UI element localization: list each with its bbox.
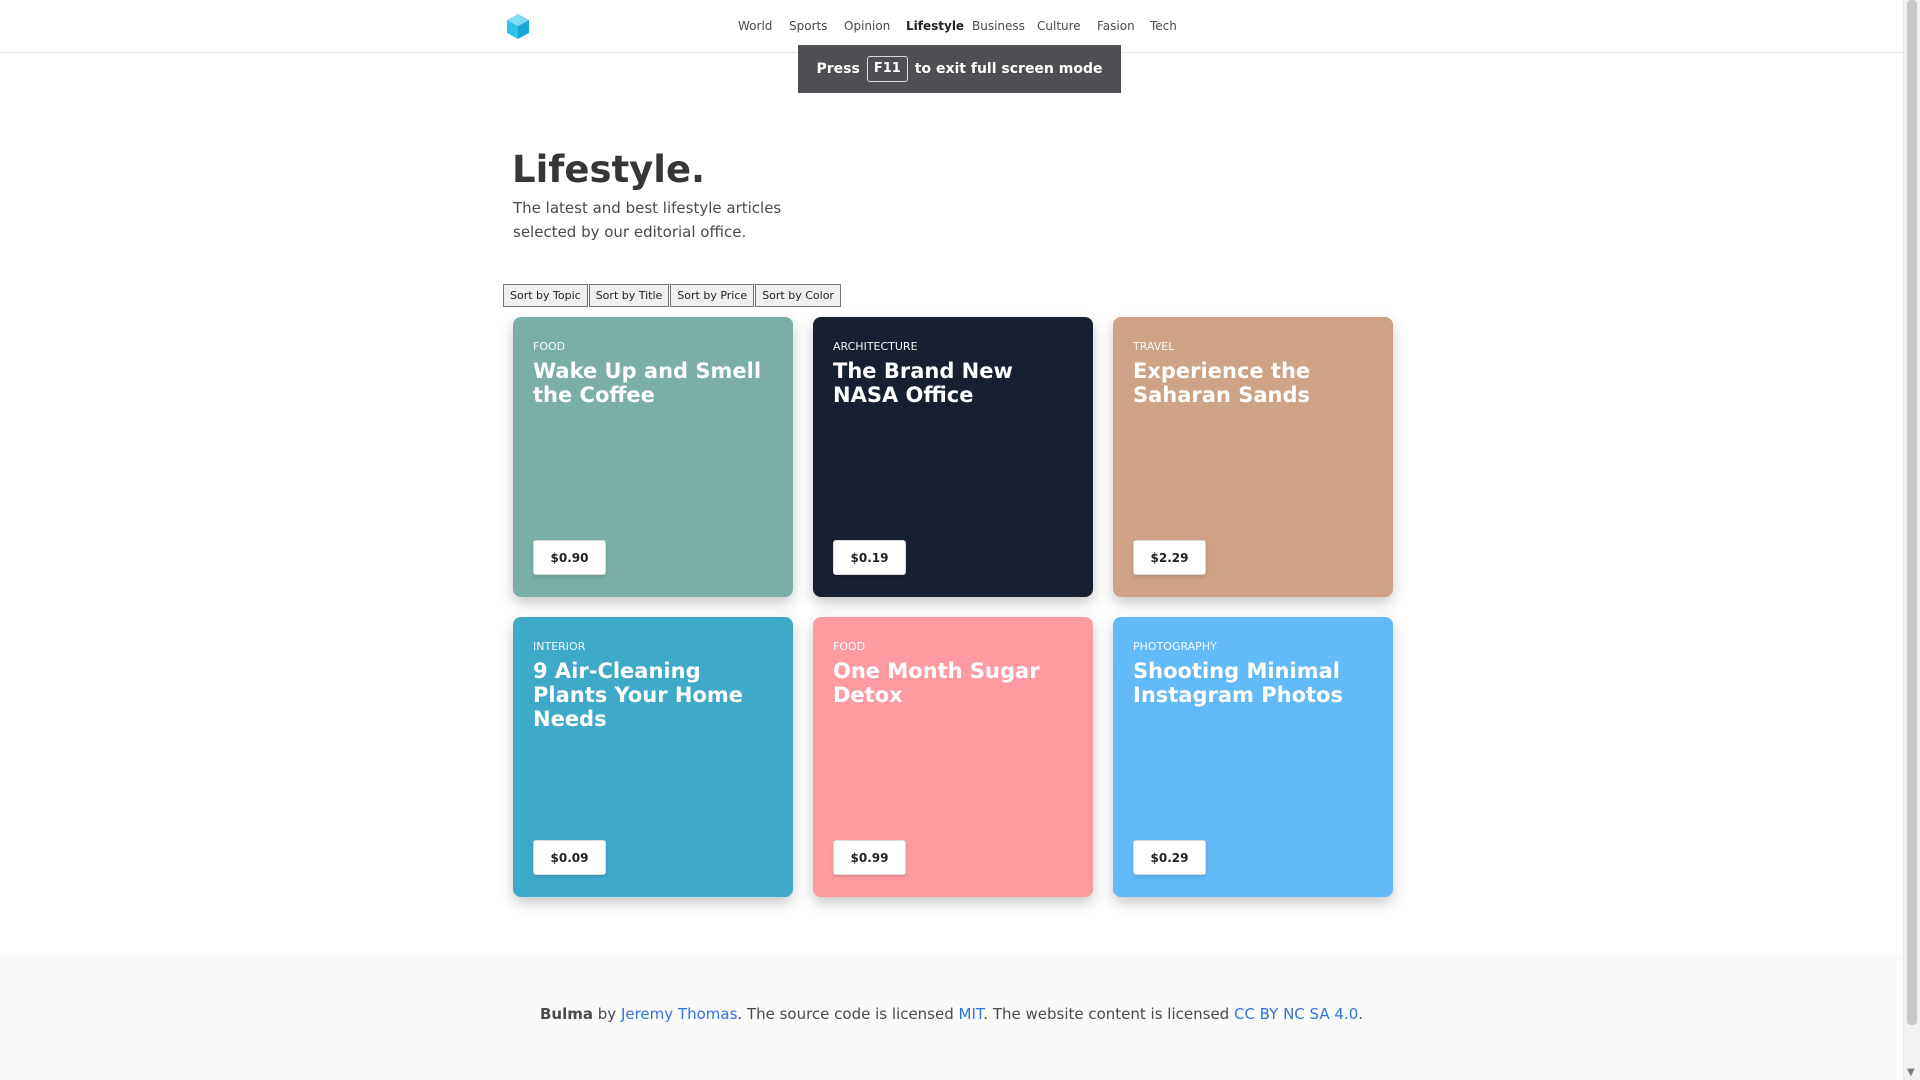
nav-link-fasion[interactable]: Fasion bbox=[1097, 19, 1135, 33]
card-price-button[interactable]: $0.09 bbox=[533, 840, 606, 875]
card-title[interactable]: Shooting Minimal Instagram Photos bbox=[1133, 659, 1373, 707]
card-title[interactable]: Wake Up and Smell the Coffee bbox=[533, 359, 773, 407]
toast-press-text: Press bbox=[816, 61, 860, 77]
card-price-button[interactable]: $2.29 bbox=[1133, 540, 1206, 575]
article-card[interactable]: Food Wake Up and Smell the Coffee $0.90 bbox=[513, 317, 793, 597]
card-topic: Architecture bbox=[833, 340, 918, 353]
article-card[interactable]: Architecture The Brand New NASA Office $… bbox=[813, 317, 1093, 597]
footer-author-link[interactable]: Jeremy Thomas bbox=[621, 1005, 737, 1023]
nav-link-business[interactable]: Business bbox=[972, 19, 1025, 33]
card-title[interactable]: The Brand New NASA Office bbox=[833, 359, 1073, 407]
toast-message: to exit full screen mode bbox=[914, 61, 1103, 77]
card-title[interactable]: One Month Sugar Detox bbox=[833, 659, 1073, 707]
sort-by-title-button[interactable]: Sort by Title bbox=[588, 284, 670, 307]
vertical-scrollbar[interactable]: ▼ bbox=[1903, 0, 1920, 1080]
card-price-button[interactable]: $0.29 bbox=[1133, 840, 1206, 875]
card-price-button[interactable]: $0.90 bbox=[533, 540, 606, 575]
nav-link-world[interactable]: World bbox=[738, 19, 772, 33]
footer-cc-link[interactable]: CC BY NC SA 4.0 bbox=[1234, 1005, 1358, 1023]
sort-button-bar: Sort by Topic Sort by Title Sort by Pric… bbox=[503, 284, 842, 307]
nav-link-culture[interactable]: Culture bbox=[1037, 19, 1081, 33]
article-card[interactable]: Interior 9 Air-Cleaning Plants Your Home… bbox=[513, 617, 793, 897]
card-title[interactable]: Experience the Saharan Sands bbox=[1133, 359, 1373, 407]
nav-link-lifestyle[interactable]: Lifestyle bbox=[906, 19, 964, 33]
card-topic: Food bbox=[533, 340, 566, 353]
card-topic: Photography bbox=[1133, 640, 1217, 653]
card-topic: Food bbox=[833, 640, 866, 653]
card-price-button[interactable]: $0.99 bbox=[833, 840, 906, 875]
footer-text: Bulma by Jeremy Thomas. The source code … bbox=[0, 1005, 1903, 1023]
sort-by-topic-button[interactable]: Sort by Topic bbox=[503, 284, 588, 307]
footer-text-end: . bbox=[1358, 1005, 1364, 1023]
footer-by: by bbox=[593, 1005, 621, 1023]
article-card[interactable]: Food One Month Sugar Detox $0.99 bbox=[813, 617, 1093, 897]
page-title: Lifestyle. bbox=[512, 148, 706, 191]
fullscreen-toast: Press F11 to exit full screen mode bbox=[798, 45, 1121, 93]
nav-link-tech[interactable]: Tech bbox=[1150, 19, 1177, 33]
card-title[interactable]: 9 Air-Cleaning Plants Your Home Needs bbox=[533, 659, 773, 731]
footer: Bulma by Jeremy Thomas. The source code … bbox=[0, 955, 1903, 1080]
nav-link-opinion[interactable]: Opinion bbox=[844, 19, 890, 33]
nav-link-sports[interactable]: Sports bbox=[789, 19, 827, 33]
scroll-down-arrow-icon[interactable]: ▼ bbox=[1907, 1067, 1915, 1078]
sort-by-color-button[interactable]: Sort by Color bbox=[755, 284, 841, 307]
page-subtitle: The latest and best lifestyle articles s… bbox=[513, 199, 782, 241]
toast-key: F11 bbox=[866, 56, 908, 82]
sort-by-price-button[interactable]: Sort by Price bbox=[670, 284, 755, 307]
footer-text-mid2: . The website content is licensed bbox=[983, 1005, 1234, 1023]
card-price-button[interactable]: $0.19 bbox=[833, 540, 906, 575]
footer-mit-link[interactable]: MIT bbox=[959, 1005, 984, 1023]
article-card[interactable]: Travel Experience the Saharan Sands $2.2… bbox=[1113, 317, 1393, 597]
card-topic: Travel bbox=[1133, 340, 1175, 353]
footer-brand: Bulma bbox=[539, 1005, 593, 1023]
article-card[interactable]: Photography Shooting Minimal Instagram P… bbox=[1113, 617, 1393, 897]
card-topic: Interior bbox=[533, 640, 586, 653]
scrollbar-thumb[interactable] bbox=[1907, 0, 1917, 1025]
footer-text-mid: . The source code is licensed bbox=[737, 1005, 959, 1023]
